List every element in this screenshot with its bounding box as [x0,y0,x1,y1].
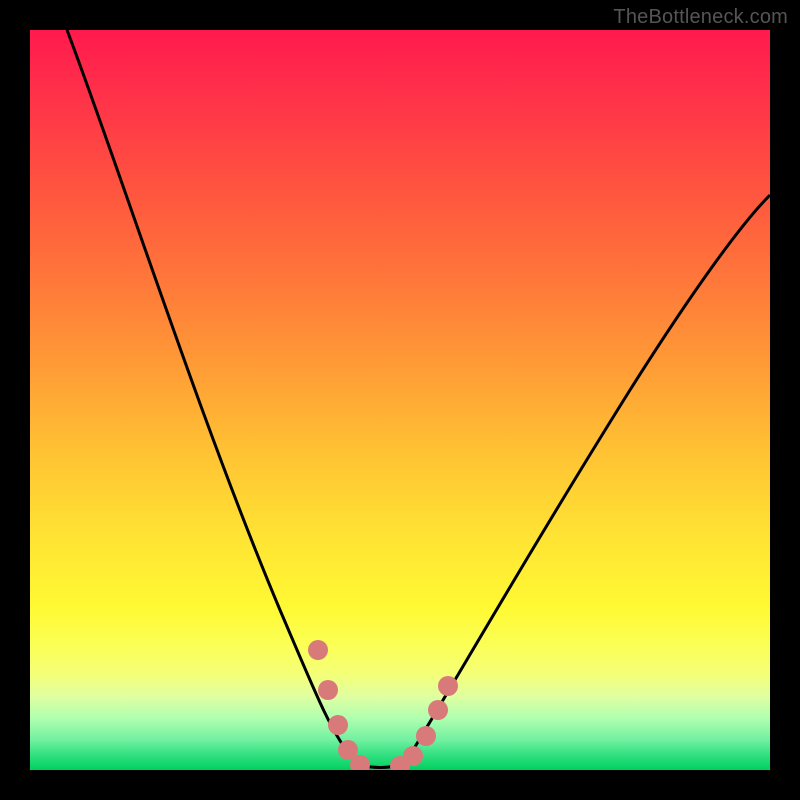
bottleneck-curve [67,30,770,768]
plot-area [30,30,770,770]
curve-marker [328,715,348,735]
curve-marker [428,700,448,720]
curve-marker [438,676,458,696]
marker-group [308,640,458,770]
curve-marker [318,680,338,700]
bottleneck-curve-svg [30,30,770,770]
watermark-text: TheBottleneck.com [613,6,788,29]
chart-frame: TheBottleneck.com [0,0,800,800]
curve-marker [416,726,436,746]
curve-marker [403,746,423,766]
curve-marker [308,640,328,660]
